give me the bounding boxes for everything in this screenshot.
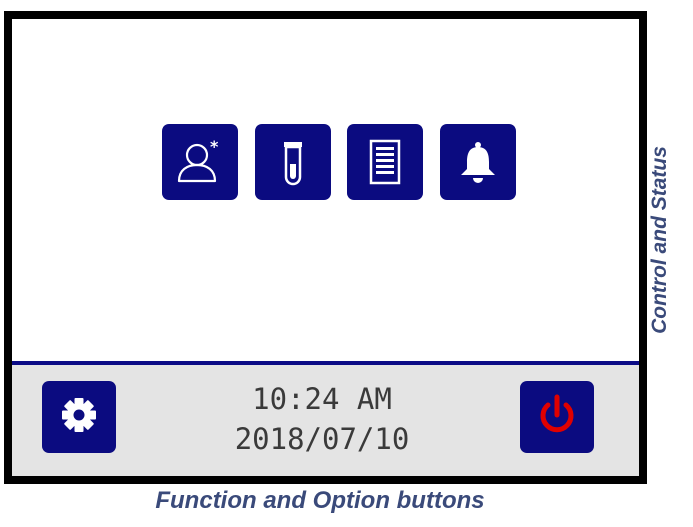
sample-tube-button[interactable] [255, 124, 331, 200]
clock-display: 10:24 AM 2018/07/10 [172, 379, 472, 459]
function-options-caption: Function and Option buttons [155, 487, 485, 514]
bell-icon [450, 134, 506, 190]
power-icon [533, 391, 581, 444]
report-button[interactable] [347, 124, 423, 200]
function-area: * [12, 19, 639, 361]
user-button[interactable]: * [162, 124, 238, 200]
power-button[interactable] [520, 381, 594, 453]
bottom-bar: 10:24 AM 2018/07/10 [12, 365, 639, 476]
gear-icon [57, 393, 101, 442]
time-text: 10:24 AM [252, 382, 392, 416]
device-screen: * 10:24 AM 2018/07/10 [4, 11, 647, 484]
user-icon: * [172, 134, 228, 190]
test-tube-icon [265, 134, 321, 190]
date-text: 2018/07/10 [234, 422, 410, 456]
settings-button[interactable] [42, 381, 116, 453]
svg-text:*: * [210, 137, 219, 156]
control-status-caption: Control and Status [648, 146, 671, 334]
document-list-icon [357, 134, 413, 190]
alarm-button[interactable] [440, 124, 516, 200]
